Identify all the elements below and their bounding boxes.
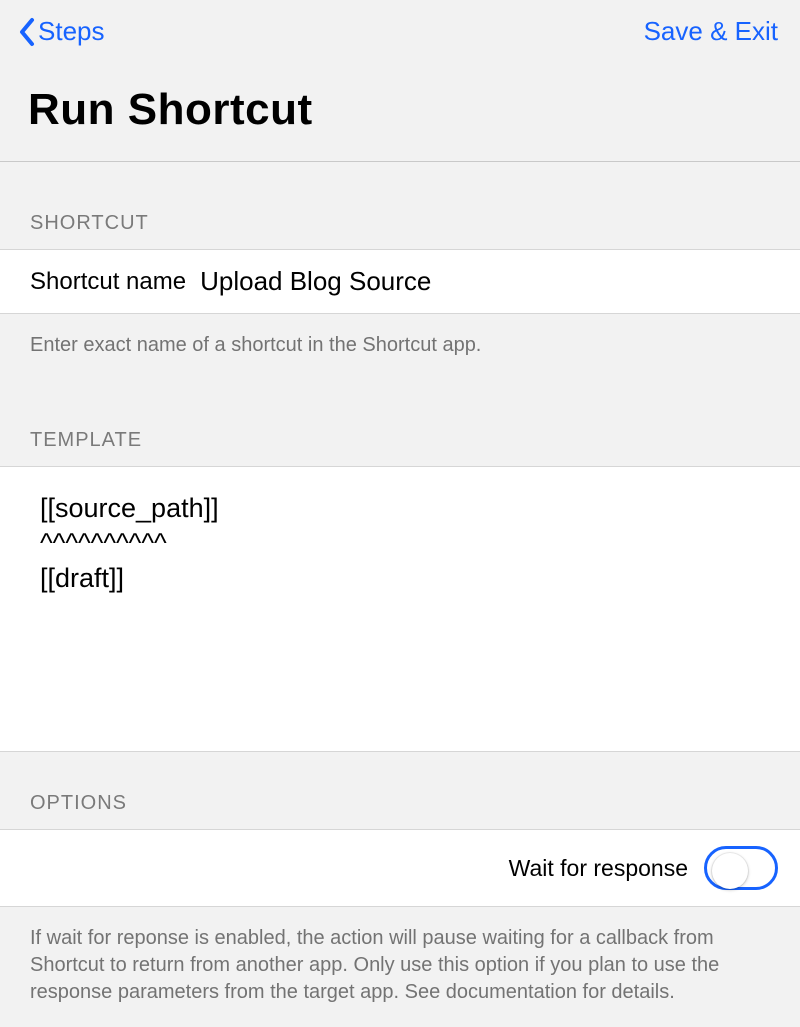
shortcut-name-label: Shortcut name [30,268,186,296]
nav-bar: Steps Save & Exit [0,0,800,55]
section-header-template: TEMPLATE [0,359,800,466]
template-input[interactable]: [[source_path]] ^^^^^^^^^^ [[draft]] [40,491,760,721]
shortcut-footnote: Enter exact name of a shortcut in the Sh… [0,314,800,359]
template-row[interactable]: [[source_path]] ^^^^^^^^^^ [[draft]] [0,466,800,752]
back-button[interactable]: Steps [18,16,105,47]
page-title: Run Shortcut [0,55,800,161]
chevron-left-icon [18,17,36,47]
wait-for-response-row: Wait for response [0,829,800,907]
wait-for-response-label: Wait for response [509,855,688,882]
options-footnote: If wait for reponse is enabled, the acti… [0,907,800,1006]
save-exit-button[interactable]: Save & Exit [644,16,778,47]
section-header-options: OPTIONS [0,752,800,829]
wait-for-response-toggle[interactable] [704,846,778,890]
back-label: Steps [38,16,105,47]
shortcut-name-input[interactable] [200,266,770,297]
section-header-shortcut: SHORTCUT [0,162,800,249]
shortcut-name-row[interactable]: Shortcut name [0,249,800,314]
